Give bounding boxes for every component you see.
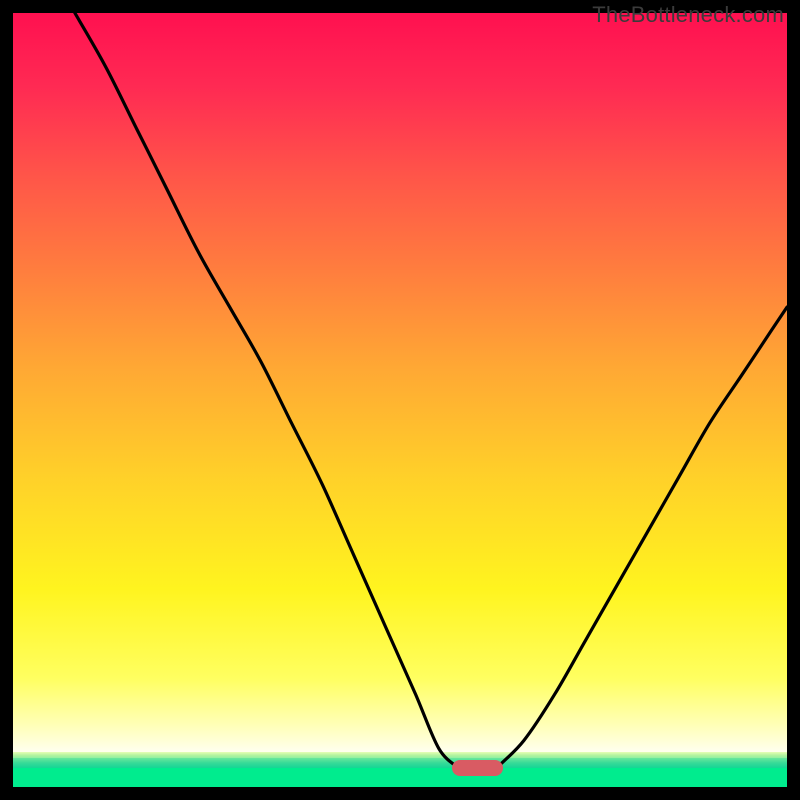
optimum-marker <box>452 760 502 776</box>
curve-path <box>75 13 787 768</box>
branding-watermark: TheBottleneck.com <box>592 2 784 28</box>
bottleneck-curve <box>13 13 787 787</box>
chart-stage: TheBottleneck.com <box>0 0 800 800</box>
plot-area <box>13 13 787 787</box>
